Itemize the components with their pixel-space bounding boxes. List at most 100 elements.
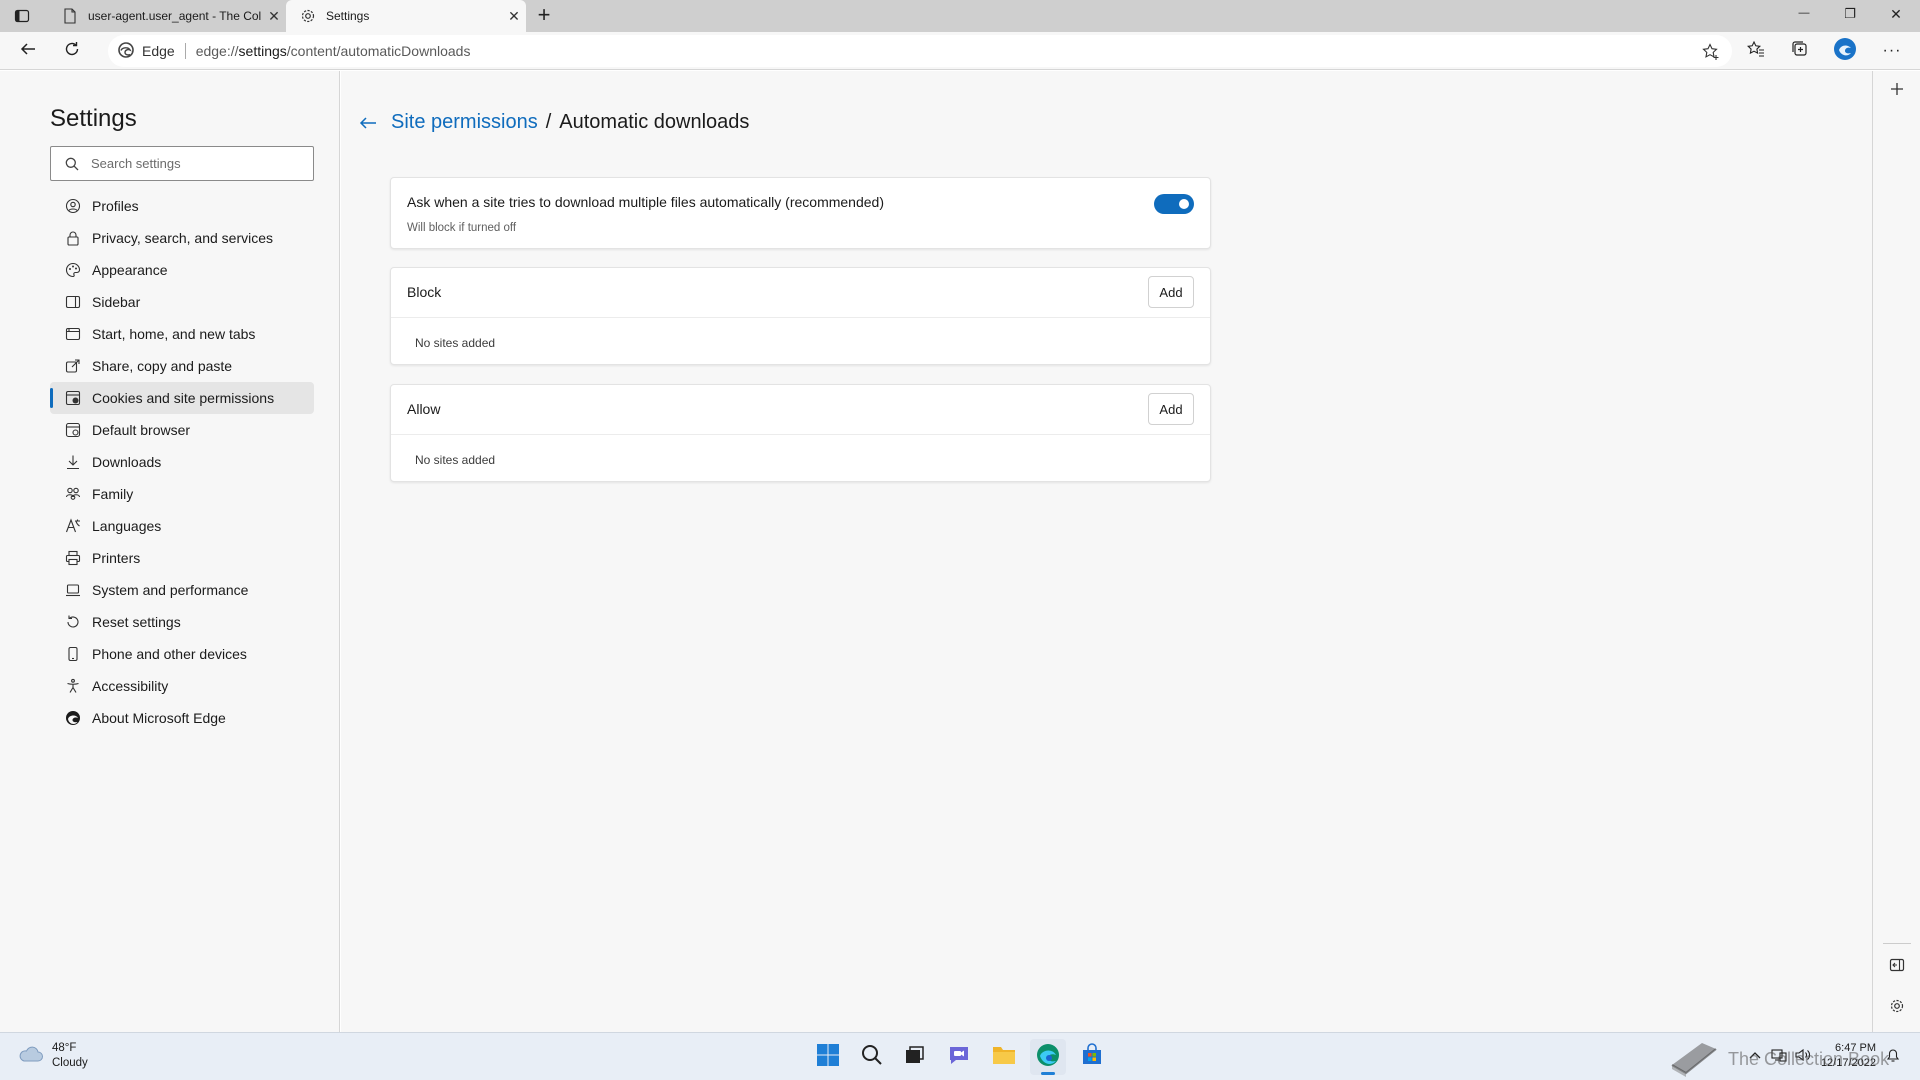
start-button[interactable] bbox=[810, 1039, 846, 1075]
close-tab-icon[interactable]: ✕ bbox=[262, 8, 286, 25]
sidebar-item-reset-settings[interactable]: Reset settings bbox=[50, 606, 314, 638]
page-icon bbox=[62, 8, 78, 24]
favorites-button[interactable] bbox=[1740, 35, 1772, 67]
search-input[interactable] bbox=[91, 156, 313, 171]
family-icon bbox=[63, 484, 83, 504]
allow-empty-text: No sites added bbox=[415, 453, 496, 467]
search-icon bbox=[861, 1044, 883, 1071]
divider bbox=[184, 43, 186, 59]
sidebar-item-label: Profiles bbox=[92, 198, 139, 214]
sidebar-item-label: Accessibility bbox=[92, 678, 169, 694]
allow-list-title: Allow bbox=[407, 401, 441, 417]
restore-button[interactable]: ❐ bbox=[1834, 6, 1866, 24]
sidebar-item-label: Phone and other devices bbox=[92, 646, 247, 662]
sidebar-item-label: Share, copy and paste bbox=[92, 358, 233, 374]
address-bar[interactable]: Edge edge://settings/content/automaticDo… bbox=[108, 35, 1732, 67]
sidebar-settings-button[interactable] bbox=[1881, 992, 1913, 1024]
block-list-header: Block Add bbox=[391, 268, 1210, 318]
sidebar-item-profiles[interactable]: Profiles bbox=[50, 190, 314, 222]
sidebar-item-label: Start, home, and new tabs bbox=[92, 326, 256, 342]
tab-user-agent[interactable]: user-agent.user_agent - The Coll ✕ bbox=[48, 0, 287, 32]
back-button[interactable] bbox=[12, 35, 44, 67]
sidebar-item-cookies-and-site-permissions[interactable]: Cookies and site permissions bbox=[50, 382, 314, 414]
settings-nav-list: Profiles Privacy, search, and services App… bbox=[50, 190, 314, 734]
sidebar-item-label: Languages bbox=[92, 518, 162, 534]
breadcrumb: Site permissions / Automatic downloads bbox=[359, 111, 749, 134]
allow-add-button[interactable]: Add bbox=[1148, 393, 1194, 425]
share-icon bbox=[63, 356, 83, 376]
minimize-button[interactable]: — bbox=[1788, 7, 1820, 25]
hide-sidebar-button[interactable] bbox=[1881, 951, 1913, 983]
teams-chat-button[interactable] bbox=[941, 1039, 977, 1075]
sidebar-item-label: Cookies and site permissions bbox=[92, 390, 275, 406]
sidebar-item-appearance[interactable]: Appearance bbox=[50, 254, 314, 286]
add-favorite-icon[interactable] bbox=[1702, 43, 1720, 64]
block-add-button[interactable]: Add bbox=[1148, 276, 1194, 308]
sidebar-item-downloads[interactable]: Downloads bbox=[50, 446, 314, 478]
add-sidebar-app-button[interactable] bbox=[1881, 75, 1913, 107]
store-button[interactable] bbox=[1074, 1039, 1110, 1075]
sidebar-item-printers[interactable]: Printers bbox=[50, 542, 314, 574]
back-arrow-icon bbox=[19, 40, 37, 63]
ask-download-toggle[interactable] bbox=[1154, 194, 1194, 214]
sidebar-title: Settings bbox=[50, 105, 137, 132]
sidebar-item-system-and-performance[interactable]: System and performance bbox=[50, 574, 314, 606]
watermark: The Collection Book bbox=[1668, 1035, 1889, 1080]
sidebar-item-share-copy-and-paste[interactable]: Share, copy and paste bbox=[50, 350, 314, 382]
breadcrumb-site-permissions-link[interactable]: Site permissions bbox=[391, 111, 538, 134]
toggle-knob bbox=[1179, 199, 1189, 209]
reset-icon bbox=[63, 612, 83, 632]
sidebar-item-label: Sidebar bbox=[92, 294, 141, 310]
close-tab-icon[interactable]: ✕ bbox=[502, 8, 526, 25]
edge-sidebar-rail bbox=[1872, 71, 1920, 1032]
panel-collapse-icon bbox=[1889, 957, 1905, 978]
url-text[interactable]: edge://settings/content/automaticDownloa… bbox=[196, 43, 471, 59]
sidebar-item-privacy-search-and-services[interactable]: Privacy, search, and services bbox=[50, 222, 314, 254]
edge-logo-icon bbox=[1036, 1043, 1060, 1072]
ellipsis-icon: ··· bbox=[1882, 42, 1902, 59]
sidebar-item-sidebar[interactable]: Sidebar bbox=[50, 286, 314, 318]
sidebar-item-accessibility[interactable]: Accessibility bbox=[50, 670, 314, 702]
weather-desc: Cloudy bbox=[52, 1057, 88, 1069]
weather-widget[interactable]: 48°F Cloudy bbox=[18, 1041, 88, 1071]
book-icon bbox=[1668, 1035, 1720, 1080]
sidebar-item-label: Family bbox=[92, 486, 134, 502]
sidebar-item-start-home-and-new-tabs[interactable]: Start, home, and new tabs bbox=[50, 318, 314, 350]
new-tab-button[interactable]: + bbox=[532, 2, 556, 30]
more-menu-button[interactable]: ··· bbox=[1876, 35, 1908, 67]
sidebar-item-about-microsoft-edge[interactable]: About Microsoft Edge bbox=[50, 702, 314, 734]
sidebar-item-label: Printers bbox=[92, 550, 141, 566]
ask-download-setting-subtitle: Will block if turned off bbox=[407, 222, 517, 234]
browser-icon bbox=[63, 420, 83, 440]
appearance-icon bbox=[63, 260, 83, 280]
refresh-button[interactable] bbox=[56, 35, 88, 67]
block-empty-text: No sites added bbox=[415, 336, 496, 350]
refresh-icon bbox=[63, 40, 81, 63]
tab-settings[interactable]: Settings ✕ bbox=[286, 0, 526, 32]
back-arrow-icon[interactable] bbox=[359, 115, 377, 131]
sidebar-item-label: Reset settings bbox=[92, 614, 181, 630]
breadcrumb-separator: / bbox=[545, 111, 552, 133]
sidebar-icon bbox=[63, 292, 83, 312]
windows-logo-icon bbox=[816, 1043, 840, 1072]
profile-button[interactable] bbox=[1829, 35, 1861, 67]
file-explorer-button[interactable] bbox=[986, 1039, 1022, 1075]
sidebar-item-languages[interactable]: Languages bbox=[50, 510, 314, 542]
taskbar-search-button[interactable] bbox=[854, 1039, 890, 1075]
settings-content: Site permissions / Automatic downloads A… bbox=[341, 71, 1872, 1032]
cookies-icon bbox=[63, 388, 83, 408]
sidebar-item-phone-and-other-devices[interactable]: Phone and other devices bbox=[50, 638, 314, 670]
collections-button[interactable] bbox=[1784, 35, 1816, 67]
windows-taskbar: 48°F Cloudy 6:47 PM 12/17/2022 The Colle… bbox=[0, 1032, 1920, 1080]
sidebar-item-family[interactable]: Family bbox=[50, 478, 314, 510]
close-window-button[interactable]: ✕ bbox=[1880, 6, 1912, 24]
site-identity[interactable]: Edge bbox=[118, 41, 175, 61]
task-view-button[interactable] bbox=[896, 1039, 932, 1075]
sidebar-item-label: System and performance bbox=[92, 582, 249, 598]
edge-taskbar-button[interactable] bbox=[1030, 1039, 1066, 1075]
sidebar-item-default-browser[interactable]: Default browser bbox=[50, 414, 314, 446]
edge-logo-icon bbox=[118, 41, 134, 61]
tab-actions-icon[interactable] bbox=[14, 8, 32, 24]
search-box[interactable] bbox=[50, 146, 314, 181]
ask-download-setting-card: Ask when a site tries to download multip… bbox=[390, 177, 1211, 249]
